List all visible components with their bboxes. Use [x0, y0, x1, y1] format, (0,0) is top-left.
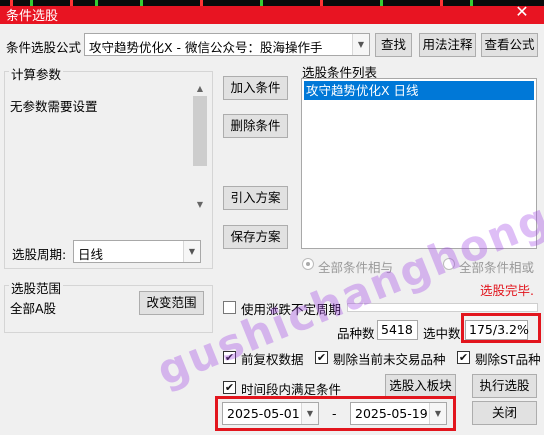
period-select-value: 日线	[78, 247, 104, 262]
time-range-checkbox[interactable]: ✔	[223, 381, 236, 394]
adjusted-data-label: 前复权数据	[241, 352, 304, 367]
run-selection-button[interactable]: 执行选股	[472, 374, 537, 398]
view-formula-button[interactable]: 查看公式	[481, 33, 538, 57]
add-to-block-button[interactable]: 选股入板块	[385, 374, 456, 398]
chevron-down-icon[interactable]: ▼	[352, 34, 369, 55]
and-radio-label: 全部条件相与	[318, 260, 394, 275]
exclude-st-checkbox[interactable]: ✔	[457, 351, 470, 364]
list-item[interactable]: 攻守趋势优化X 日线	[304, 81, 534, 100]
exclude-non-trading-label: 剔除当前未交易品种	[333, 352, 446, 367]
formula-select-value: 攻守趋势优化X - 微信公众号：股海操作手	[89, 40, 323, 55]
progress-bar	[347, 303, 538, 312]
title-bar-chart-strip	[0, 0, 544, 6]
import-scheme-button[interactable]: 引入方案	[223, 186, 288, 210]
close-button[interactable]: 关闭	[472, 401, 537, 425]
change-scope-button[interactable]: 改变范围	[139, 291, 204, 315]
save-scheme-button[interactable]: 保存方案	[223, 225, 288, 249]
count-value: 5418	[377, 320, 418, 340]
window-title: 条件选股	[6, 9, 59, 24]
or-radio-label: 全部条件相或	[459, 260, 535, 275]
dynamic-period-label: 使用涨跌不定周期	[241, 302, 342, 317]
adjusted-data-checkbox[interactable]: ✔	[223, 351, 236, 364]
close-icon[interactable]: ✕	[512, 2, 532, 22]
formula-label: 条件选股公式	[6, 40, 82, 55]
selected-highlight-box	[461, 313, 541, 343]
selected-label: 选中数	[423, 326, 461, 341]
dates-highlight-box	[215, 396, 456, 431]
status-text: 选股完毕.	[480, 283, 534, 298]
title-bar: 条件选股 ✕	[0, 0, 544, 24]
scroll-thumb[interactable]	[193, 96, 207, 166]
scroll-up-icon[interactable]: ▲	[192, 82, 208, 96]
formula-select[interactable]: 攻守趋势优化X - 微信公众号：股海操作手 ▼	[84, 33, 370, 56]
conditions-list[interactable]: 攻守趋势优化X 日线	[301, 78, 537, 249]
add-condition-button[interactable]: 加入条件	[223, 76, 288, 100]
find-button[interactable]: 查找	[375, 33, 412, 57]
params-group-title: 计算参数	[9, 64, 64, 83]
count-label: 品种数	[337, 326, 375, 341]
chevron-down-icon[interactable]: ▼	[183, 241, 200, 262]
period-select[interactable]: 日线 ▼	[73, 240, 201, 263]
dynamic-period-checkbox[interactable]	[223, 301, 236, 314]
usage-notes-button[interactable]: 用法注释	[419, 33, 476, 57]
scroll-down-icon[interactable]: ▼	[192, 198, 208, 212]
and-radio[interactable]	[302, 258, 314, 270]
or-radio[interactable]	[443, 258, 455, 270]
scope-group-title: 选股范围	[9, 278, 64, 297]
exclude-st-label: 剔除ST品种	[475, 352, 541, 367]
params-scrollbar[interactable]: ▲ ▼	[192, 82, 208, 212]
period-label: 选股周期:	[12, 247, 67, 262]
delete-condition-button[interactable]: 删除条件	[223, 114, 288, 138]
scope-value: 全部A股	[10, 301, 57, 316]
params-text: 无参数需要设置	[10, 99, 98, 114]
exclude-non-trading-checkbox[interactable]: ✔	[315, 351, 328, 364]
